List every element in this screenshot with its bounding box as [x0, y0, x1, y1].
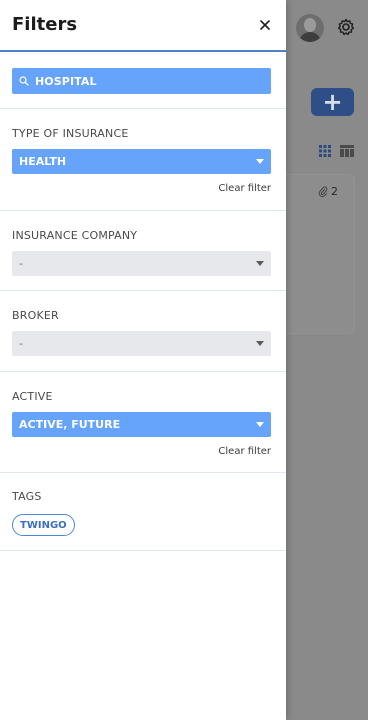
drawer-header: Filters: [0, 0, 286, 52]
broker-section: BROKER -: [0, 291, 286, 372]
gear-icon: [337, 18, 355, 36]
broker-select[interactable]: -: [12, 331, 271, 356]
avatar: [296, 14, 324, 42]
insurance-company-value: -: [19, 257, 23, 270]
chevron-down-icon: [256, 159, 264, 164]
search-input[interactable]: HOSPITAL: [12, 68, 271, 94]
search-value: HOSPITAL: [35, 74, 97, 88]
drawer-title: Filters: [12, 14, 78, 35]
type-of-insurance-section: TYPE OF INSURANCE HEALTH Clear filter: [0, 109, 286, 211]
type-of-insurance-clear-filter[interactable]: Clear filter: [218, 183, 271, 194]
table-view-icon: [340, 145, 354, 157]
active-section: ACTIVE ACTIVE, FUTURE Clear filter: [0, 372, 286, 473]
type-of-insurance-select[interactable]: HEALTH: [12, 149, 271, 174]
broker-value: -: [19, 337, 23, 350]
close-button[interactable]: [254, 14, 276, 36]
active-value: ACTIVE, FUTURE: [19, 418, 121, 431]
filters-drawer: Filters HOSPITAL TYPE OF INSURANCE HEALT…: [0, 0, 286, 720]
insurance-company-label: INSURANCE COMPANY: [12, 229, 138, 242]
paperclip-icon: [318, 186, 328, 197]
tags-section: TAGS TWINGO: [0, 473, 286, 551]
type-of-insurance-label: TYPE OF INSURANCE: [12, 127, 129, 140]
chevron-down-icon: [256, 341, 264, 346]
background-card: [286, 174, 355, 334]
search-icon: [19, 76, 29, 86]
attachment-count: 2: [318, 185, 338, 198]
grid-view-icon: [319, 145, 331, 157]
chevron-down-icon: [256, 422, 264, 427]
active-select[interactable]: ACTIVE, FUTURE: [12, 412, 271, 437]
type-of-insurance-value: HEALTH: [19, 155, 67, 168]
active-clear-filter[interactable]: Clear filter: [218, 446, 271, 457]
search-section: HOSPITAL: [0, 52, 286, 109]
insurance-company-select[interactable]: -: [12, 251, 271, 276]
broker-label: BROKER: [12, 309, 59, 322]
close-icon: [260, 20, 270, 30]
chevron-down-icon: [256, 261, 264, 266]
add-button: +: [311, 88, 354, 116]
active-label: ACTIVE: [12, 390, 53, 403]
tags-label: TAGS: [12, 490, 42, 503]
tag-chip[interactable]: TWINGO: [12, 514, 75, 536]
insurance-company-section: INSURANCE COMPANY -: [0, 211, 286, 291]
attachment-count-value: 2: [331, 185, 338, 198]
